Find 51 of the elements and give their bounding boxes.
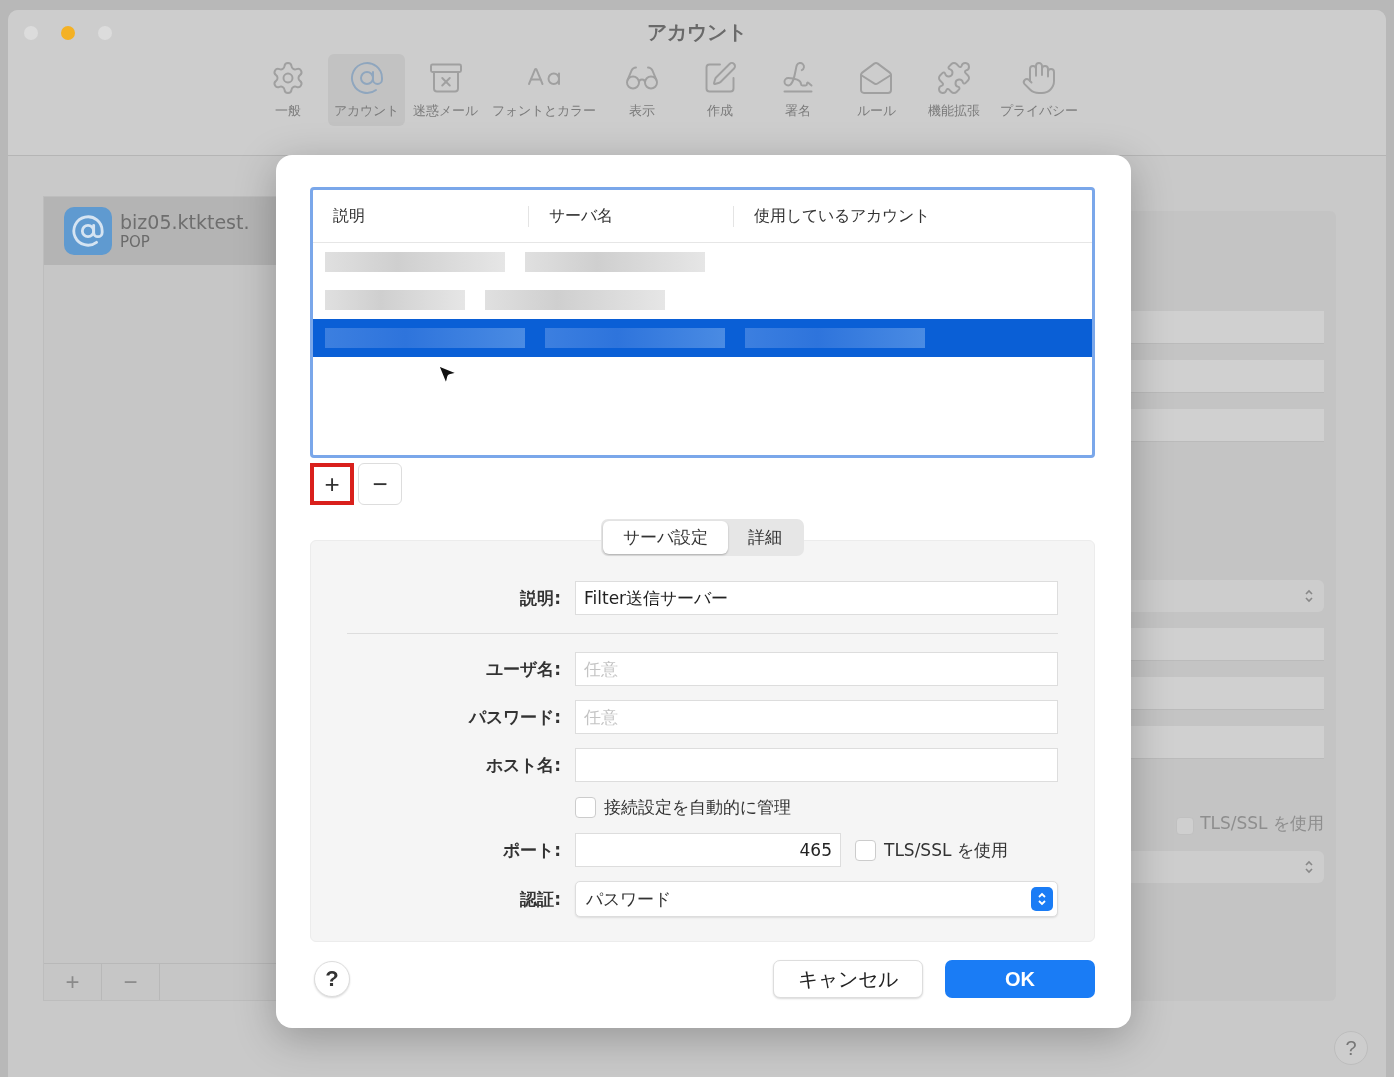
- toolbar-tab[interactable]: 署名: [760, 54, 836, 126]
- hand-icon: [1021, 60, 1057, 96]
- remove-button[interactable]: −: [102, 964, 160, 1000]
- username-field[interactable]: 任意: [575, 652, 1058, 686]
- toolbar-tab[interactable]: アカウント: [328, 54, 405, 126]
- chevron-icon: [1304, 859, 1314, 875]
- add-button[interactable]: +: [44, 964, 102, 1000]
- ok-button[interactable]: OK: [945, 960, 1095, 998]
- checkbox-label: 接続設定を自動的に管理: [604, 796, 791, 819]
- toolbar-tab[interactable]: ルール: [838, 54, 914, 126]
- port-field[interactable]: 465: [575, 833, 841, 867]
- field-label: パスワード:: [467, 705, 561, 729]
- column-header[interactable]: 使用しているアカウント: [733, 205, 1092, 227]
- toolbar-tab[interactable]: プライバシー: [994, 54, 1084, 126]
- checkbox-label: TLS/SSL を使用: [884, 838, 1008, 862]
- stepper-icon: [1031, 887, 1053, 911]
- add-button[interactable]: +: [310, 463, 354, 505]
- field-label: ホスト名:: [485, 753, 561, 777]
- description-field[interactable]: Filter送信サーバー: [575, 581, 1058, 615]
- toolbar-tab[interactable]: 表示: [604, 54, 680, 126]
- at-sign-icon: [64, 207, 112, 255]
- toolbar-tab[interactable]: フォントとカラー: [486, 54, 602, 126]
- remove-button[interactable]: −: [358, 463, 402, 505]
- cancel-button[interactable]: キャンセル: [773, 960, 923, 998]
- tab[interactable]: 詳細: [728, 521, 802, 554]
- puzzle-icon: [936, 60, 972, 96]
- window-title: アカウント: [647, 18, 747, 46]
- toolbar-tab[interactable]: 機能拡張: [916, 54, 992, 126]
- account-name: biz05.ktktest.: [120, 211, 250, 233]
- table-row[interactable]: [313, 319, 1092, 357]
- help-button[interactable]: ?: [1334, 1031, 1368, 1065]
- tab[interactable]: サーバ設定: [603, 521, 728, 554]
- at-sign-icon: [348, 60, 385, 96]
- toolbar-tab[interactable]: 作成: [682, 54, 758, 126]
- checkbox[interactable]: [855, 839, 876, 861]
- field-label: ポート:: [502, 838, 561, 862]
- account-type: POP: [120, 233, 151, 251]
- envelope-icon: [858, 60, 894, 96]
- field-label: ユーザ名:: [485, 657, 561, 681]
- auth-popup[interactable]: パスワード: [575, 881, 1058, 917]
- host-field[interactable]: [575, 748, 1058, 782]
- minimize-window-button[interactable]: [61, 26, 75, 40]
- toolbar-tab[interactable]: 迷惑メール: [407, 54, 484, 126]
- password-field[interactable]: 任意: [575, 700, 1058, 734]
- chevron-icon: [1304, 588, 1314, 604]
- checkbox[interactable]: [575, 797, 596, 818]
- field-label: 説明:: [519, 586, 561, 610]
- help-button[interactable]: ?: [314, 961, 350, 997]
- column-header[interactable]: サーバ名: [528, 205, 733, 227]
- field-label: 認証:: [519, 887, 561, 911]
- column-header[interactable]: 説明: [313, 205, 528, 227]
